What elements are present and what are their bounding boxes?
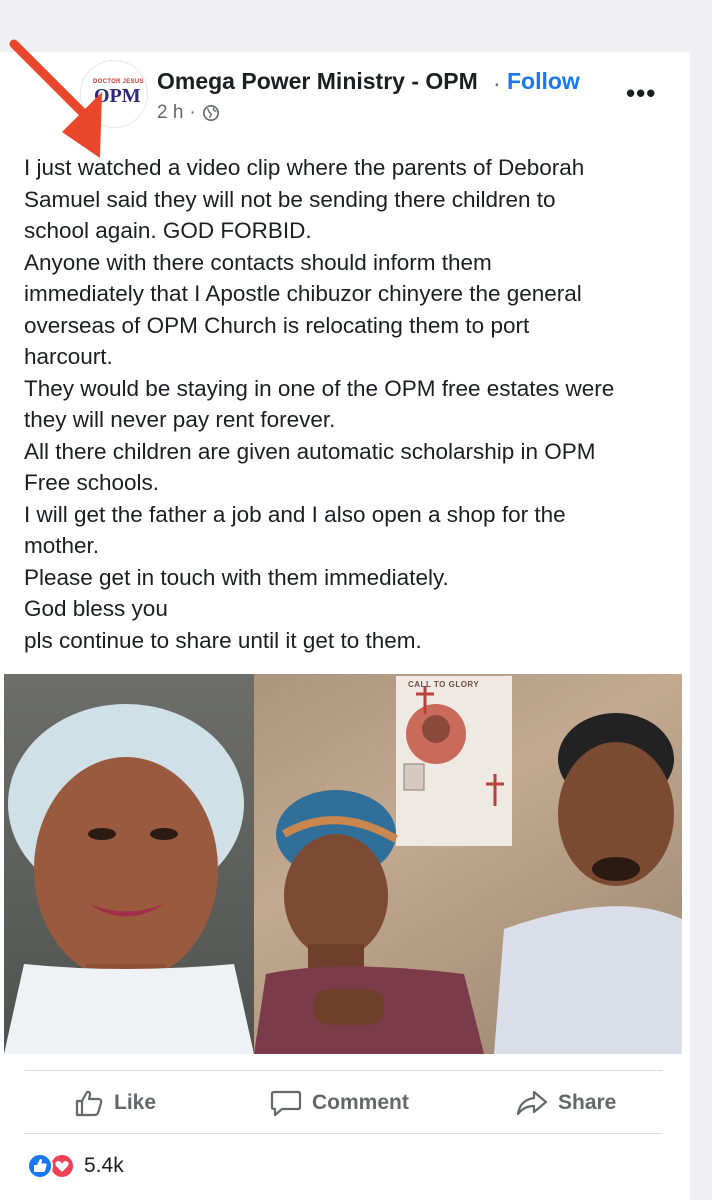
post-text-line: overseas of OPM Church is relocating the… bbox=[24, 312, 530, 338]
like-label: Like bbox=[114, 1091, 157, 1114]
post-text-line: pls continue to share until it get to th… bbox=[24, 627, 422, 653]
more-options-button[interactable]: ••• bbox=[626, 78, 656, 109]
post-text-line: school again. GOD FORBID. bbox=[24, 218, 312, 243]
name-separator: · bbox=[493, 70, 501, 96]
post-text-line: God bless you bbox=[24, 596, 168, 621]
reactions-summary[interactable]: 5.4k bbox=[24, 1152, 124, 1180]
share-arrow-icon bbox=[516, 1090, 548, 1116]
divider bbox=[24, 1133, 662, 1134]
red-arrow-annotation bbox=[9, 39, 102, 158]
post-meta: 2 h · bbox=[157, 102, 220, 124]
divider bbox=[24, 1070, 662, 1071]
share-label: Share bbox=[558, 1091, 617, 1114]
post-text-line: They would be staying in one of the OPM … bbox=[24, 375, 615, 401]
reaction-count: 5.4k bbox=[84, 1154, 124, 1177]
share-button[interactable]: Share bbox=[516, 1085, 616, 1121]
post-text-line: mother. bbox=[24, 533, 100, 558]
time-separator: · bbox=[189, 102, 196, 123]
follow-button[interactable]: Follow bbox=[507, 68, 580, 95]
post-text-line: they will never pay rent forever. bbox=[24, 407, 336, 432]
thumbs-up-icon bbox=[75, 1090, 103, 1117]
comment-bubble-icon bbox=[270, 1090, 302, 1117]
post-text-line: harcourt. bbox=[24, 344, 113, 369]
comment-button[interactable]: Comment bbox=[270, 1085, 409, 1121]
globe-icon bbox=[202, 104, 219, 122]
photo-image bbox=[4, 674, 682, 1054]
post-text-line: Please get in touch with them immediatel… bbox=[24, 564, 449, 590]
page-name-link[interactable]: Omega Power Ministry - OPM bbox=[157, 68, 478, 95]
like-button[interactable]: Like bbox=[74, 1085, 156, 1121]
post-text-line: immediately that I Apostle chibuzor chin… bbox=[24, 281, 582, 306]
post-text-line: Anyone with there contacts should inform… bbox=[24, 249, 492, 275]
post-text-line: Samuel said they will not be sending the… bbox=[24, 186, 556, 212]
comment-label: Comment bbox=[312, 1091, 409, 1114]
post-body: I just watched a video clip where the pa… bbox=[24, 152, 674, 656]
post-text-line: I will get the father a job and I also o… bbox=[24, 501, 566, 527]
post-time[interactable]: 2 h bbox=[157, 102, 183, 124]
post-photo[interactable]: CALL TO GLORY bbox=[4, 674, 682, 1054]
reaction-icons bbox=[24, 1152, 78, 1180]
post-text-line: All there children are given automatic s… bbox=[24, 438, 596, 464]
poster-text: CALL TO GLORY bbox=[408, 680, 480, 689]
post-text-line: Free schools. bbox=[24, 470, 160, 495]
